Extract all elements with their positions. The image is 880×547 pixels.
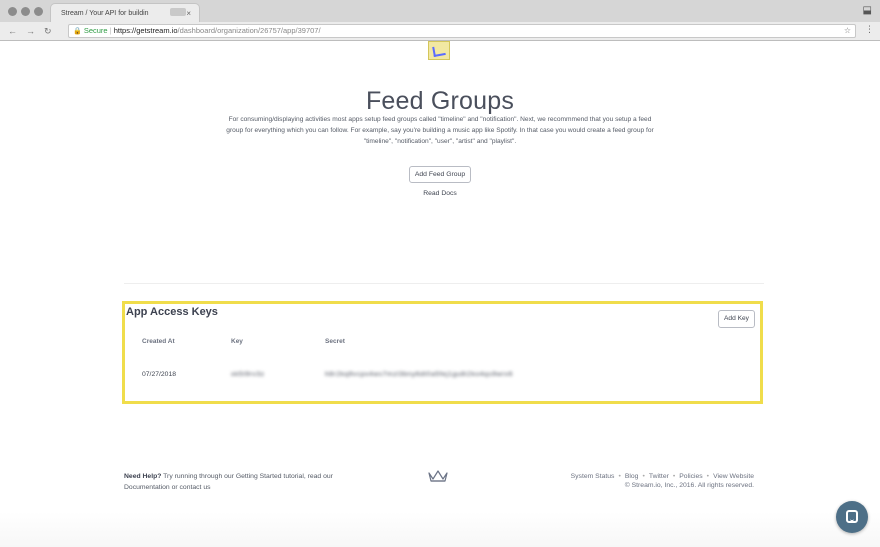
secret-cell[interactable]: h8r2kq9vcpx4ws7mzl3bny6dt0a5fej1gu8i2ko4… [325, 371, 513, 378]
footer-link-blog[interactable]: Blog [625, 473, 639, 480]
zoom-window-dot[interactable] [34, 7, 43, 16]
column-header-secret: Secret [325, 338, 345, 345]
star-icon[interactable]: ☆ [844, 25, 851, 37]
section-divider [124, 283, 764, 284]
reload-icon[interactable]: ↻ [44, 24, 52, 38]
footer-link-system-status[interactable]: System Status [571, 473, 615, 480]
key-cell[interactable]: xk5t9rv3z [231, 371, 265, 378]
copyright: © Stream.io, Inc., 2016. All rights rese… [624, 482, 754, 489]
back-arrow-icon[interactable]: ← [8, 24, 17, 38]
footer-link-twitter[interactable]: Twitter [649, 473, 669, 480]
page-bottom [0, 512, 880, 547]
footer-links: System Status • Blog • Twitter • Policies • View… [570, 473, 754, 480]
keys-title: App Access Keys [126, 306, 218, 318]
address-bar[interactable]: 🔒 Secure | https://getstream.io/dashboar… [68, 24, 856, 38]
page-title: Feed Groups [365, 86, 515, 115]
add-key-button[interactable]: Add Key [718, 310, 755, 328]
column-header-key: Key [231, 338, 243, 345]
help-text-line-1[interactable]: Try running through our Getting Started … [163, 473, 333, 480]
forward-arrow-icon[interactable]: → [26, 24, 35, 38]
url-host: https://getstream.io [113, 26, 178, 35]
add-feed-group-button[interactable]: Add Feed Group [409, 166, 471, 183]
feed-groups-intro: For consuming/displaying activities most… [226, 116, 654, 145]
need-help-label: Need Help? [124, 473, 162, 480]
tab-title: Stream / Your API for buildin [61, 10, 149, 17]
close-icon[interactable]: × [186, 4, 191, 22]
chat-button[interactable] [836, 501, 868, 533]
extension-icon[interactable]: ⬓ [863, 5, 872, 16]
footer-link-policies[interactable]: Policies [679, 473, 702, 480]
created-at-cell: 07/27/2018 [142, 371, 177, 378]
title-bar: Stream / Your API for buildin × ⬓ [0, 0, 880, 22]
chat-icon [846, 510, 858, 523]
minimize-window-dot[interactable] [21, 7, 30, 16]
browser-chrome: Stream / Your API for buildin × ⬓ ← → ↻ … [0, 0, 880, 41]
browser-toolbar: ← → ↻ 🔒 Secure | https://getstream.io/da… [0, 22, 880, 40]
footer-help: Need Help? Try running through our Getti… [124, 471, 384, 493]
lock-icon: 🔒 [73, 28, 82, 35]
stream-logo-icon [428, 470, 448, 482]
secure-label: Secure [83, 26, 108, 35]
footer-link-view-website[interactable]: View Website [713, 473, 754, 480]
url-path: /dashboard/organization/26757/app/39707/ [177, 26, 321, 35]
menu-icon[interactable]: ⋮ [865, 24, 874, 35]
checklist-logo-icon [428, 41, 450, 60]
close-window-dot[interactable] [8, 7, 17, 16]
new-tab-button[interactable] [170, 8, 186, 16]
help-text-line-2[interactable]: Documentation or contact us [124, 484, 211, 491]
read-docs-link[interactable]: Read Docs [0, 190, 880, 197]
app-access-keys-panel: App Access Keys Add Key Created At Key S… [122, 301, 763, 404]
column-header-created-at: Created At [142, 338, 175, 345]
